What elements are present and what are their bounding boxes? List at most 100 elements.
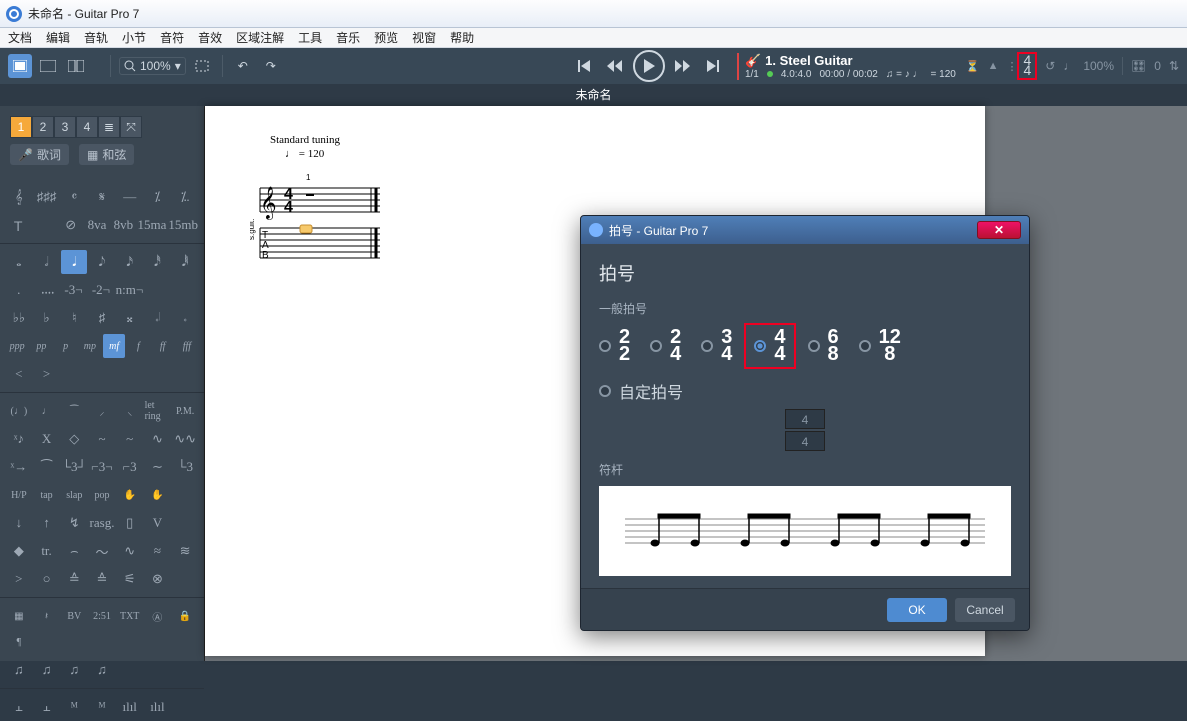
palette-cell[interactable]: ⁒. (172, 185, 198, 209)
voice-1-button[interactable]: 1 (10, 116, 32, 138)
track-info[interactable]: 🎸1. Steel Guitar 1/1 4.0:4.0 00:00 / 00:… (737, 53, 956, 80)
palette-cell[interactable] (145, 362, 171, 386)
palette-cell[interactable]: -2¬ (88, 278, 113, 302)
palette-cell[interactable]: ∼ (145, 455, 171, 479)
more-icon[interactable]: ⋮ (1006, 60, 1017, 73)
palette-cell[interactable]: < (6, 362, 32, 386)
palette-cell[interactable]: ♩ (34, 399, 60, 423)
preset-12-8[interactable]: 128 (859, 329, 901, 363)
palette-cell[interactable] (145, 658, 171, 682)
palette-cell[interactable]: V (145, 511, 171, 535)
palette-cell[interactable]: ♮ (61, 306, 87, 330)
palette-cell[interactable]: 🔒 (172, 604, 198, 628)
palette-cell[interactable]: 𝅘𝅥𝅰 (145, 250, 171, 274)
palette-cell[interactable]: ⸜ (117, 399, 143, 423)
palette-cell[interactable]: ¶ (6, 630, 32, 654)
menu-preview[interactable]: 预览 (374, 29, 398, 46)
cancel-button[interactable]: Cancel (955, 598, 1015, 622)
palette-cell[interactable]: ⸝ (89, 399, 115, 423)
palette-cell[interactable]: pp (30, 334, 52, 358)
view-page-button[interactable] (8, 54, 32, 78)
palette-cell[interactable] (89, 362, 115, 386)
palette-cell[interactable]: > (34, 362, 60, 386)
palette-cell[interactable]: Ｔ (6, 213, 30, 237)
forward-button[interactable] (671, 54, 695, 78)
tuner-icon[interactable]: 🎛 (1131, 59, 1146, 73)
palette-cell[interactable]: ∿ (117, 539, 143, 563)
redo-button[interactable]: ↷ (259, 54, 283, 78)
go-end-button[interactable] (701, 54, 725, 78)
palette-cell[interactable]: ˣ→ (6, 455, 32, 479)
palette-cell[interactable]: TXT (117, 604, 143, 628)
palette-cell[interactable]: pop (89, 483, 115, 507)
palette-cell[interactable] (172, 658, 198, 682)
palette-cell[interactable]: ▯ (117, 511, 143, 535)
palette-cell[interactable]: ≈ (145, 539, 171, 563)
lyrics-button[interactable]: 🎤 歌词 (10, 144, 69, 165)
palette-cell[interactable]: > (6, 567, 32, 591)
palette-cell[interactable]: ○ (34, 567, 60, 591)
palette-cell[interactable] (145, 278, 170, 302)
menu-edit[interactable]: 编辑 (46, 29, 70, 46)
undo-button[interactable]: ↶ (231, 54, 255, 78)
palette-cell[interactable]: ⫠ (34, 695, 60, 719)
palette-cell[interactable]: ˣ♪ (6, 427, 32, 451)
palette-cell[interactable]: ↯ (61, 511, 87, 535)
palette-cell[interactable] (61, 362, 87, 386)
palette-cell[interactable]: ⊘ (59, 213, 83, 237)
palette-cell[interactable]: ⁀ (34, 455, 60, 479)
palette-cell[interactable]: ◆ (6, 539, 32, 563)
palette-cell[interactable]: ≙ (61, 567, 87, 591)
palette-cell[interactable]: ▦ (6, 604, 32, 628)
palette-cell[interactable]: BV (61, 604, 87, 628)
menu-note[interactable]: 音符 (160, 29, 184, 46)
palette-cell[interactable] (32, 213, 56, 237)
preset-6-8[interactable]: 68 (808, 329, 839, 363)
palette-cell[interactable]: ılıl (145, 695, 171, 719)
palette-cell[interactable]: 𝄋 (89, 185, 115, 209)
palette-cell[interactable]: fff (176, 334, 198, 358)
view-screen-button[interactable] (36, 54, 60, 78)
chords-button[interactable]: ▦ 和弦 (79, 144, 134, 165)
fit-button[interactable] (190, 54, 214, 78)
palette-cell[interactable] (172, 695, 198, 719)
palette-cell[interactable]: 𝅗𝅥 (34, 250, 60, 274)
palette-cell[interactable]: let ring (145, 399, 171, 423)
loop-button[interactable]: ↺ (1045, 59, 1055, 73)
palette-cell[interactable]: ↓ (6, 511, 32, 535)
menu-track[interactable]: 音轨 (84, 29, 108, 46)
palette-cell[interactable]: ⚟ (117, 567, 143, 591)
menu-music[interactable]: 音乐 (336, 29, 360, 46)
metronome-icon[interactable]: ⏳ (966, 60, 980, 73)
time-sig-button[interactable]: 44 (1017, 52, 1037, 80)
palette-cell[interactable]: ♯♯♯ (34, 185, 60, 209)
palette-cell[interactable]: 𝅘𝅥𝅱 (172, 250, 198, 274)
palette-cell[interactable]: 𝄞 (6, 185, 32, 209)
menu-section[interactable]: 区域注解 (236, 29, 284, 46)
design-mode-button[interactable]: ⤧ (120, 116, 142, 138)
palette-cell[interactable]: 𝄽 (34, 604, 60, 628)
palette-cell[interactable]: X (34, 427, 60, 451)
palette-cell[interactable]: P.M. (172, 399, 198, 423)
palette-cell[interactable]: ♯ (89, 306, 115, 330)
dialog-titlebar[interactable]: 拍号 - Guitar Pro 7 ✕ (581, 216, 1029, 244)
palette-cell[interactable] (172, 483, 198, 507)
palette-cell[interactable] (173, 278, 198, 302)
palette-cell[interactable]: ᴹ (89, 695, 115, 719)
zoom-control[interactable]: 100% ▾ (119, 57, 186, 75)
palette-cell[interactable]: 𝅘𝅥 (61, 250, 87, 274)
palette-cell[interactable]: 15mb (168, 213, 198, 237)
menu-fx[interactable]: 音效 (198, 29, 222, 46)
palette-cell[interactable]: 𝄴 (61, 185, 87, 209)
palette-cell[interactable]: 2:51 (89, 604, 115, 628)
palette-cell[interactable]: ♭♭ (6, 306, 32, 330)
palette-cell[interactable]: ◇ (61, 427, 87, 451)
go-start-button[interactable] (573, 54, 597, 78)
palette-cell[interactable]: ⫠ (6, 695, 32, 719)
menu-file[interactable]: 文档 (8, 29, 32, 46)
palette-cell[interactable]: tr. (34, 539, 60, 563)
custom-radio[interactable] (599, 385, 611, 397)
palette-cell[interactable]: 8vb (111, 213, 135, 237)
custom-denominator[interactable]: 4 (785, 431, 825, 451)
palette-cell[interactable]: ♭ (34, 306, 60, 330)
